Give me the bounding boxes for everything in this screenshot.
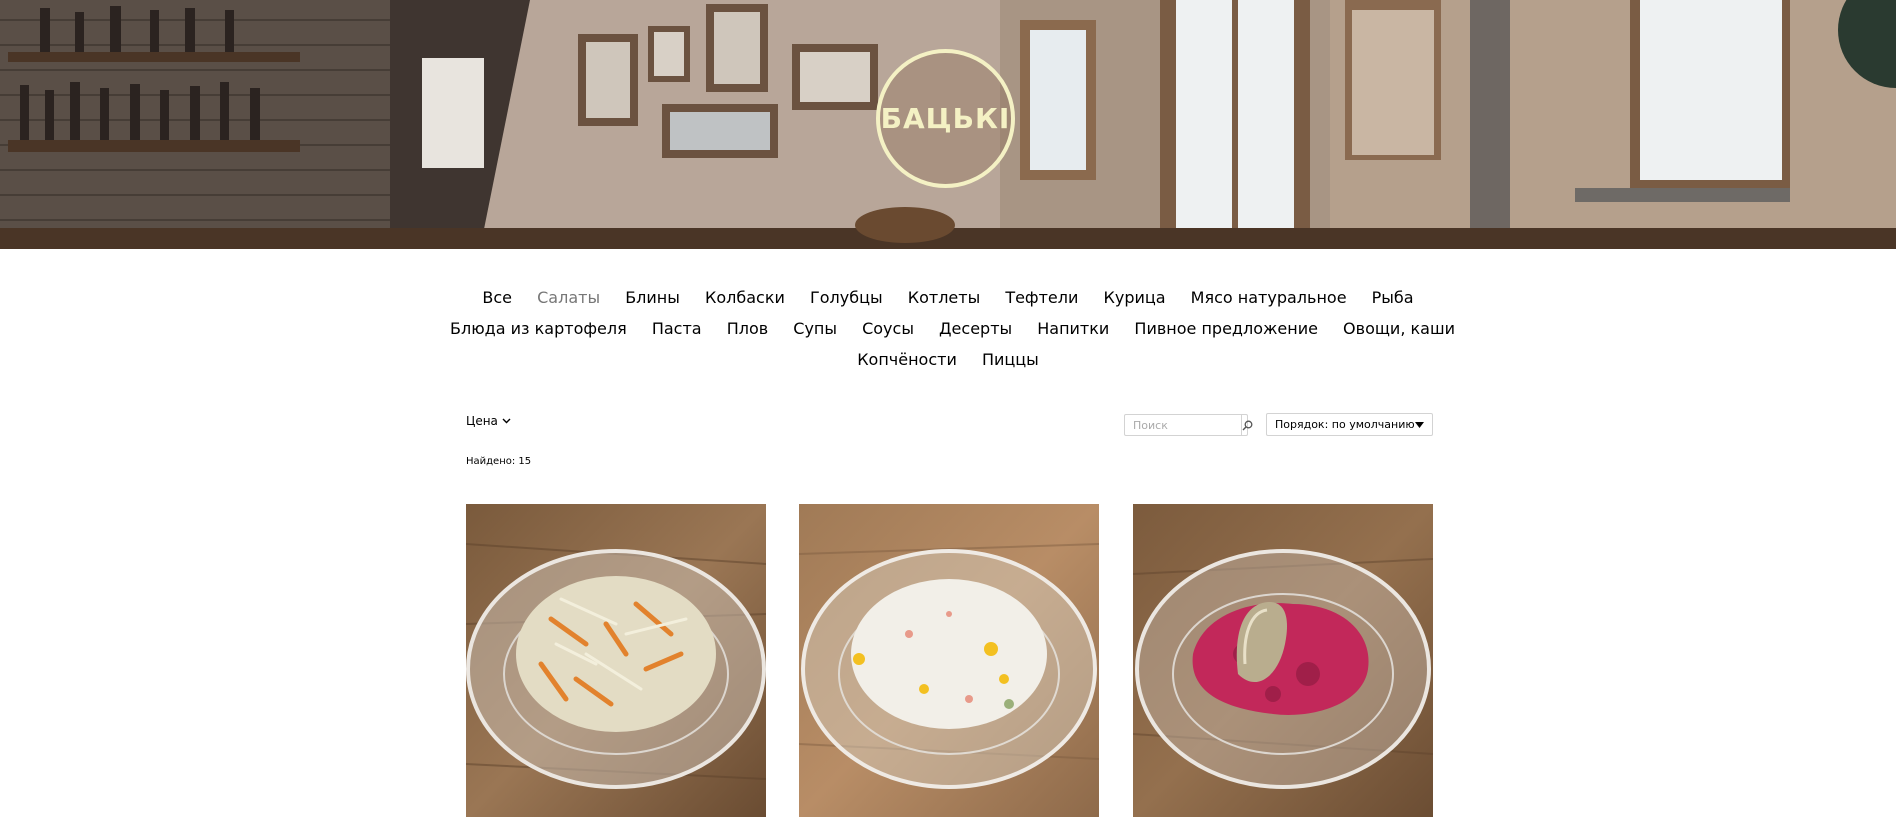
logo-text: БАЦЬКI	[880, 102, 1011, 135]
category-sausages[interactable]: Колбаски	[705, 282, 785, 313]
category-vegetables-porridge[interactable]: Овощи, каши	[1343, 313, 1455, 344]
product-card[interactable]	[466, 504, 766, 817]
caret-down-icon	[1415, 421, 1424, 428]
results-count: Найдено: 15	[466, 456, 532, 467]
category-pancakes[interactable]: Блины	[625, 282, 680, 313]
search-icon	[1242, 420, 1253, 430]
category-pasta[interactable]: Паста	[652, 313, 702, 344]
category-cabbage-rolls[interactable]: Голубцы	[810, 282, 883, 313]
category-chicken[interactable]: Курица	[1104, 282, 1166, 313]
category-row-1: Все Салаты Блины Колбаски Голубцы Котлет…	[440, 282, 1456, 313]
category-drinks[interactable]: Напитки	[1037, 313, 1109, 344]
category-meatballs[interactable]: Тефтели	[1005, 282, 1078, 313]
category-fish[interactable]: Рыба	[1372, 282, 1414, 313]
sort-select[interactable]: Порядок: по умолчанию	[1266, 413, 1433, 436]
category-all[interactable]: Все	[482, 282, 512, 313]
chevron-down-icon	[502, 418, 511, 424]
hero-banner: БАЦЬКI	[0, 0, 1896, 249]
sort-select-value: Порядок: по умолчанию	[1275, 418, 1415, 431]
category-potato-dishes[interactable]: Блюда из картофеля	[450, 313, 627, 344]
category-smoked[interactable]: Копчёности	[857, 344, 957, 375]
category-salads-active[interactable]: Салаты	[537, 282, 600, 313]
category-row-2: Блюда из картофеля Паста Плов Супы Соусы…	[440, 313, 1456, 344]
category-beer-offer[interactable]: Пивное предложение	[1134, 313, 1318, 344]
category-soups[interactable]: Супы	[793, 313, 837, 344]
product-card[interactable]	[1133, 504, 1433, 817]
category-desserts[interactable]: Десерты	[939, 313, 1012, 344]
price-filter-label: Цена	[466, 414, 498, 428]
category-sauces[interactable]: Соусы	[862, 313, 914, 344]
search-input[interactable]	[1125, 416, 1241, 434]
category-natural-meat[interactable]: Мясо натуральное	[1191, 282, 1347, 313]
category-row-3: Копчёности Пиццы	[440, 344, 1456, 375]
price-filter-toggle[interactable]: Цена	[466, 414, 511, 428]
category-cutlets[interactable]: Котлеты	[908, 282, 981, 313]
product-image-herring-under-beet-coat-salad	[1133, 504, 1433, 817]
product-image-cabbage-carrot-salad	[466, 504, 766, 817]
search-button[interactable]	[1241, 415, 1253, 435]
search-box	[1124, 414, 1253, 436]
product-card[interactable]	[799, 504, 1099, 817]
product-image-crab-stick-corn-salad	[799, 504, 1099, 817]
category-pizza[interactable]: Пиццы	[982, 344, 1039, 375]
logo[interactable]: БАЦЬКI	[876, 49, 1015, 188]
category-pilaf[interactable]: Плов	[727, 313, 768, 344]
category-nav: Все Салаты Блины Колбаски Голубцы Котлет…	[440, 282, 1456, 375]
